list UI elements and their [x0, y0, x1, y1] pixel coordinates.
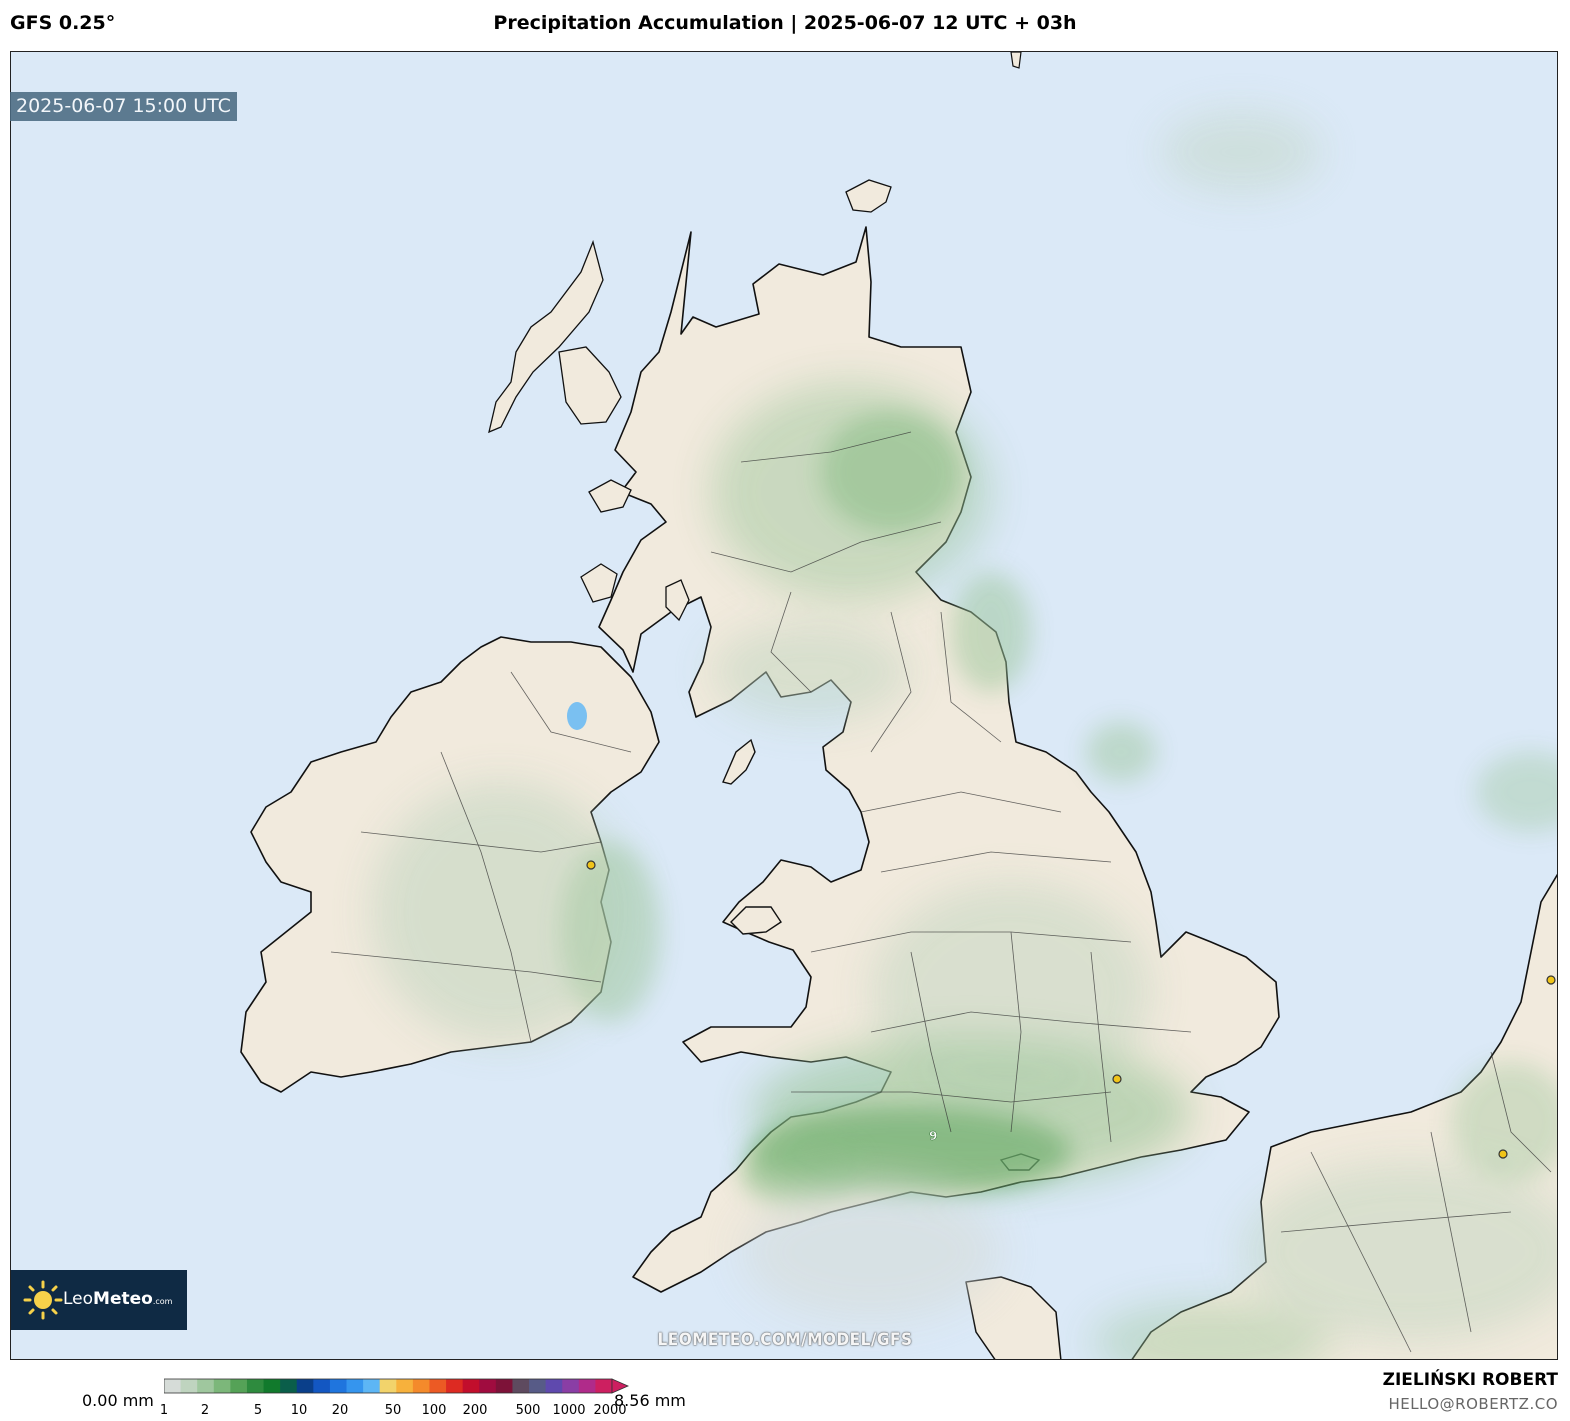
colorbar-max-label: 8.56 mm	[614, 1391, 686, 1410]
colorbar-segment	[197, 1379, 215, 1393]
chart-title: Precipitation Accumulation | 2025-06-07 …	[493, 12, 1077, 34]
logo-wordmark: LeoMeteo.com	[63, 1289, 172, 1309]
city-marker-brussels	[1498, 1149, 1508, 1159]
colorbar-segment	[164, 1379, 182, 1393]
colorbar-tick-label: 5	[253, 1403, 263, 1418]
colorbar-segment	[429, 1379, 447, 1393]
colorbar-tick-label: 10	[290, 1403, 308, 1418]
colorbar-tick-label: 20	[331, 1403, 349, 1418]
colorbar-segment	[595, 1379, 613, 1393]
colorbar-segment	[479, 1379, 497, 1393]
colorbar-tick-label: 2	[200, 1403, 210, 1418]
logo-suffix: .com	[152, 1297, 173, 1306]
lough-neagh	[567, 702, 587, 730]
city-marker-london	[1112, 1074, 1122, 1084]
colorbar-tick-label: 1000	[552, 1403, 586, 1418]
max-value-marker: 9	[929, 1129, 937, 1143]
colorbar-segment	[296, 1379, 314, 1393]
colorbar-segment	[396, 1379, 414, 1393]
logo-name-bold: Meteo	[93, 1289, 153, 1309]
colorbar-segment	[180, 1379, 198, 1393]
city-marker-dublin	[586, 860, 596, 870]
author-email: HELLO@ROBERTZ.CO	[1388, 1395, 1558, 1413]
colorbar-segment	[346, 1379, 364, 1393]
valid-time-label: 2025-06-07 15:00 UTC	[10, 92, 237, 121]
leometeo-logo: LeoMeteo.com	[11, 1270, 187, 1330]
map-panel: 9 LeoMeteo.com	[10, 51, 1558, 1360]
colorbar-segment	[462, 1379, 480, 1393]
sun-icon	[23, 1280, 63, 1320]
colorbar-segment	[313, 1379, 331, 1393]
colorbar-segment	[512, 1379, 530, 1393]
colorbar-segment	[363, 1379, 381, 1393]
colorbar-segment	[545, 1379, 563, 1393]
colorbar-segment	[446, 1379, 464, 1393]
colorbar-tick-label: 500	[515, 1403, 541, 1418]
colorbar-segment	[230, 1379, 248, 1393]
colorbar-tick-label: 100	[421, 1403, 447, 1418]
colorbar	[164, 1378, 629, 1394]
colorbar-segment	[246, 1379, 265, 1393]
colorbar-segment	[578, 1379, 596, 1393]
colorbar-tick-label: 50	[384, 1403, 402, 1418]
watermark: LEOMETEO.COM/MODEL/GFS	[657, 1330, 913, 1350]
colorbar-segment	[280, 1379, 298, 1393]
colorbar-segment	[412, 1379, 430, 1393]
colorbar-segment	[529, 1379, 547, 1393]
colorbar-segment	[379, 1379, 397, 1393]
colorbar-tick-label: 1	[159, 1403, 169, 1418]
logo-name-light: Leo	[63, 1289, 94, 1309]
colorbar-min-label: 0.00 mm	[82, 1391, 154, 1410]
colorbar-segment	[495, 1379, 513, 1393]
author-name: ZIELIŃSKI ROBERT	[1382, 1370, 1558, 1390]
colorbar-segment	[213, 1379, 231, 1393]
shetland-islands	[1010, 52, 1022, 69]
colorbar-segment	[263, 1379, 281, 1393]
colorbar-segment	[562, 1379, 580, 1393]
colorbar-segment	[329, 1379, 348, 1393]
map-canvas: 9	[11, 52, 1557, 1359]
colorbar-tick-label: 200	[462, 1403, 488, 1418]
city-marker-amsterdam	[1546, 975, 1556, 985]
